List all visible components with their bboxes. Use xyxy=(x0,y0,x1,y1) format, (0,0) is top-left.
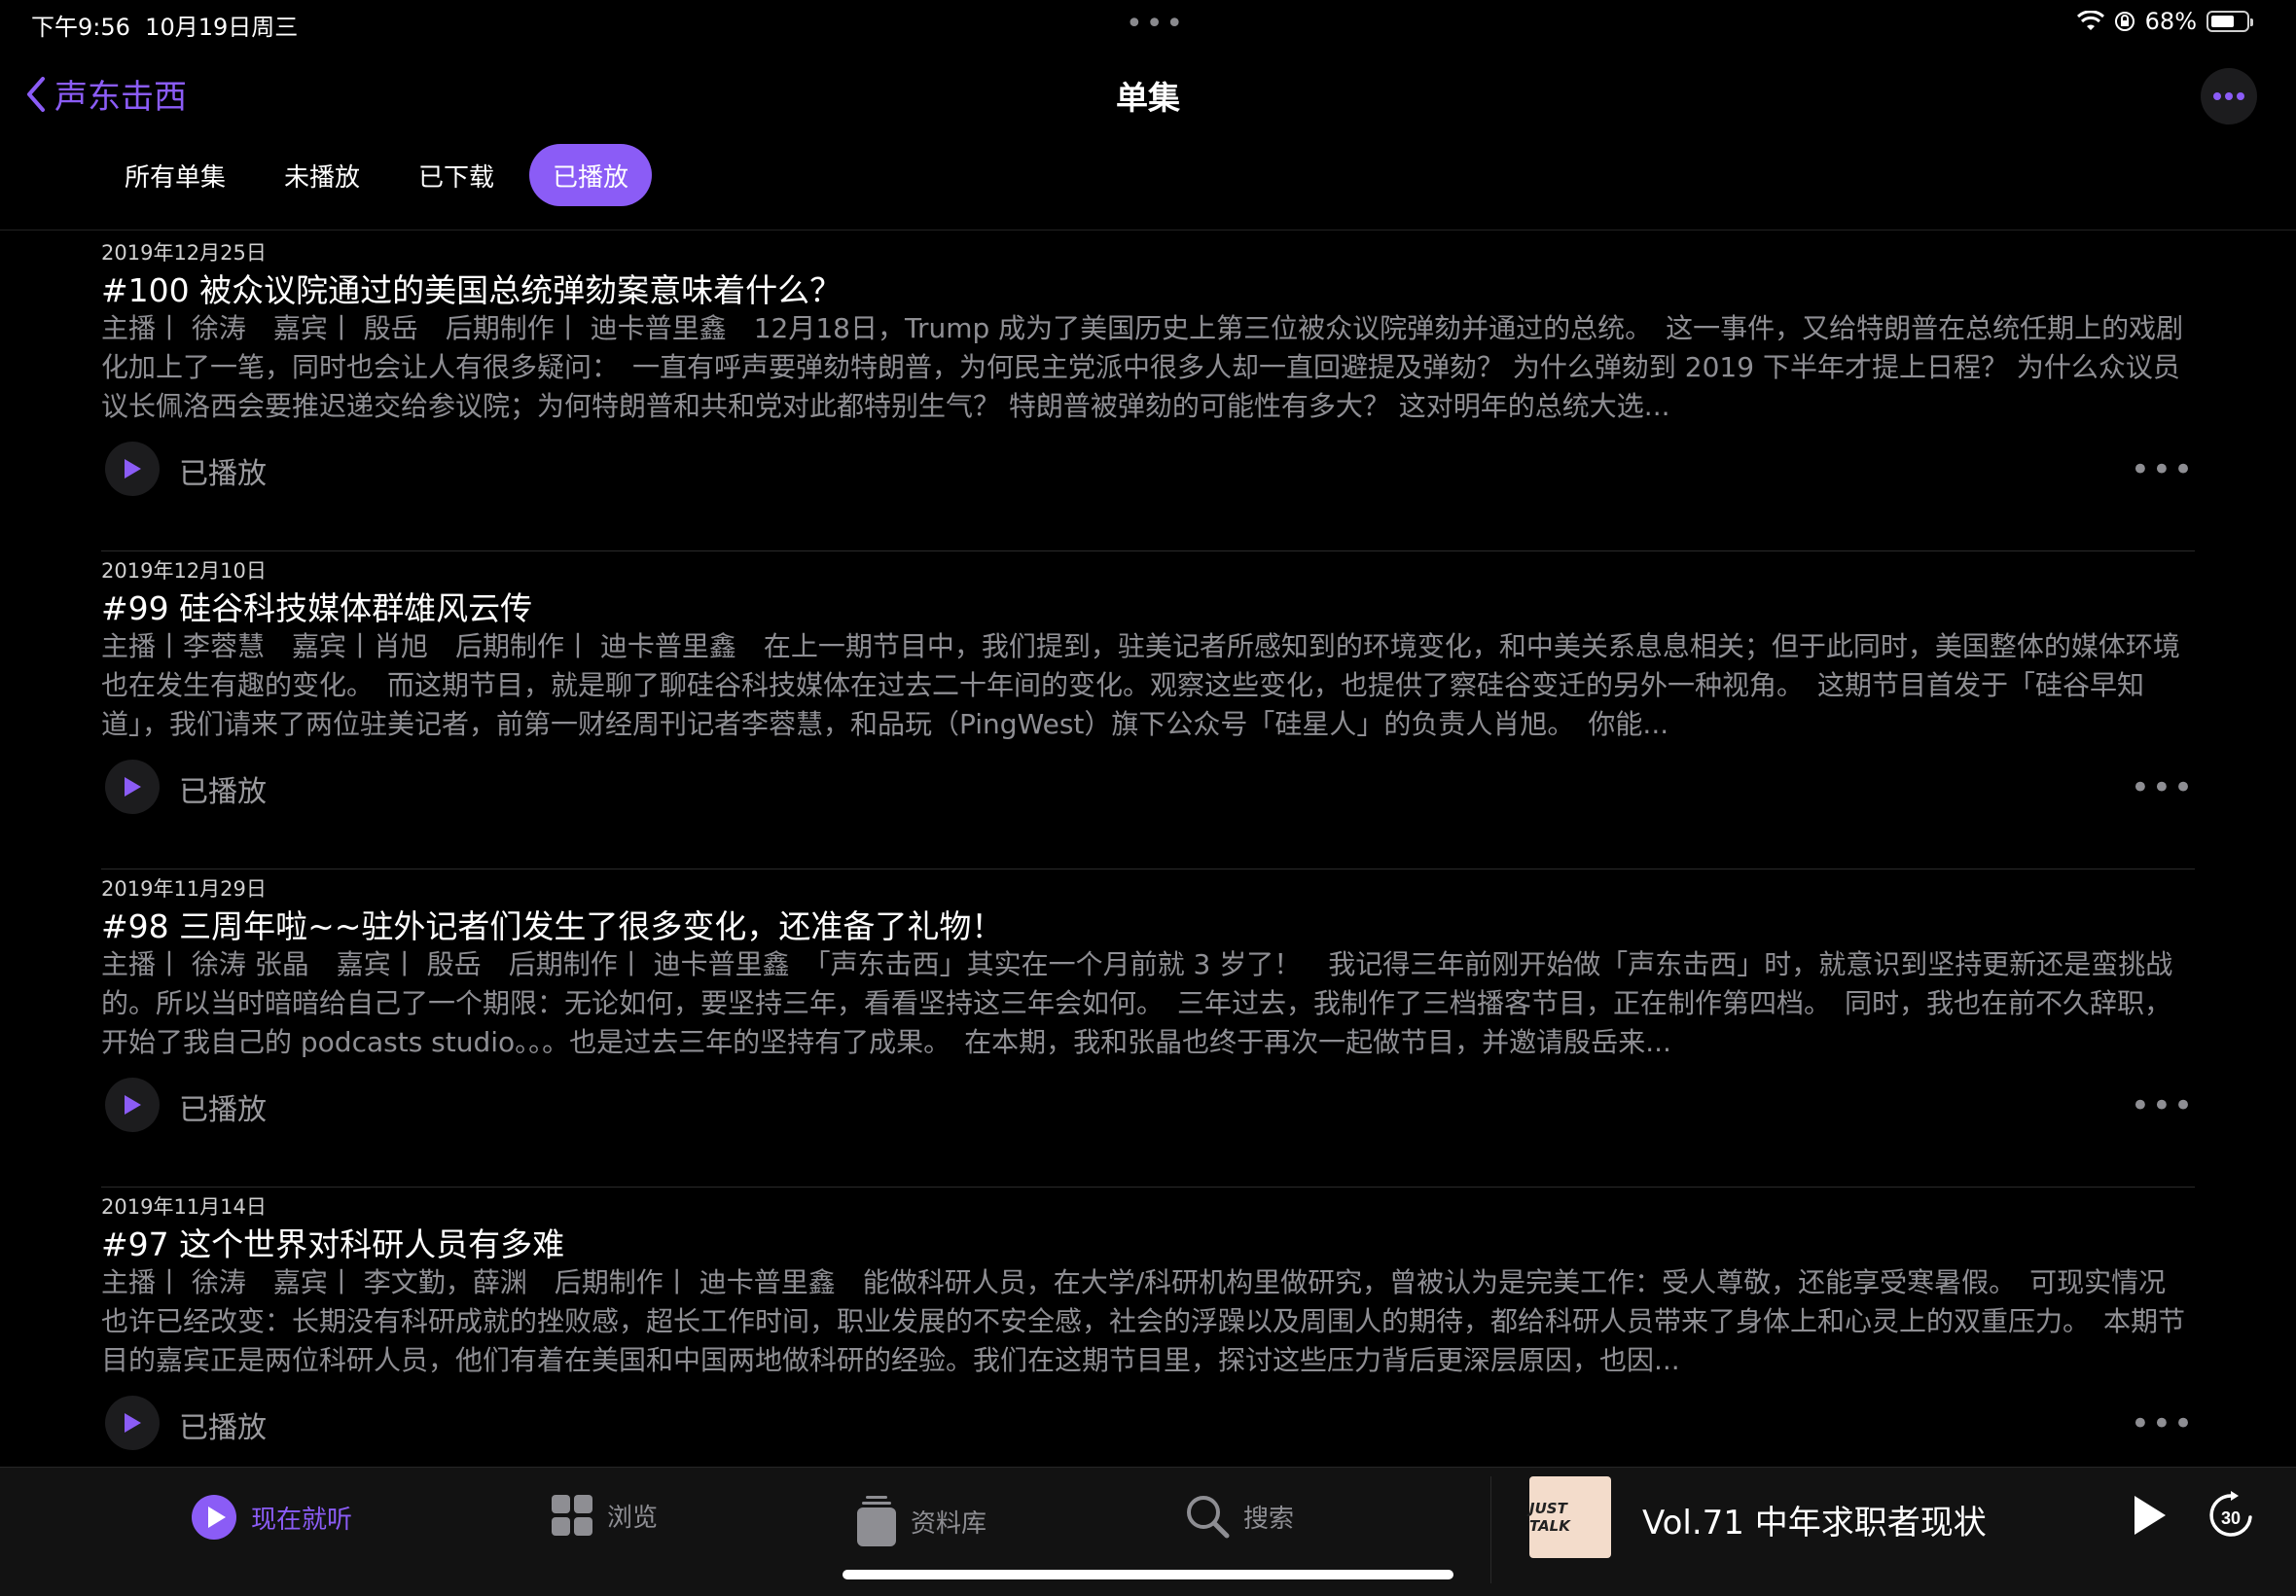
tab-library[interactable]: 资料库 xyxy=(856,1494,987,1548)
episode-date: 2019年11月14日 xyxy=(101,1195,267,1219)
now-playing-artwork[interactable]: JUST TALK xyxy=(1529,1476,1611,1558)
back-button[interactable]: 声东击西 xyxy=(23,70,187,118)
episode-row[interactable]: 2019年11月29日 #98 三周年啦~~驻外记者们发生了很多变化，还准备了礼… xyxy=(101,869,2195,1188)
status-right: 68% xyxy=(2076,8,2253,35)
episode-row[interactable]: 2019年12月25日 #100 被众议院通过的美国总统弹劾案意味着什么？ 主播… xyxy=(101,233,2195,551)
episode-description: 主播丨 徐涛 张晶 嘉宾丨 殷岳 后期制作丨 迪卡普里鑫 「声东击西」其实在一个… xyxy=(101,948,2173,1058)
play-icon xyxy=(125,1413,141,1433)
divider xyxy=(1490,1476,1491,1583)
play-icon xyxy=(2135,1496,2166,1535)
play-button[interactable] xyxy=(105,1396,160,1450)
status-date: 10月19日周三 xyxy=(145,14,299,41)
search-icon xyxy=(1187,1496,1230,1539)
ellipsis-icon xyxy=(2213,92,2244,100)
episode-description: 主播丨 徐涛 嘉宾丨 李文勤，薛渊 后期制作丨 迪卡普里鑫 能做科研人员，在大学… xyxy=(101,1266,2186,1376)
play-icon xyxy=(125,777,141,797)
episode-more-icon[interactable]: ••• xyxy=(2131,771,2195,804)
episode-status: 已播放 xyxy=(179,1093,267,1127)
wifi-icon xyxy=(2076,11,2104,30)
play-icon xyxy=(125,1095,141,1115)
play-icon xyxy=(125,459,141,479)
episode-title[interactable]: #100 被众议院通过的美国总统弹劾案意味着什么？ xyxy=(101,265,842,311)
episode-status: 已播放 xyxy=(179,457,267,491)
episode-row[interactable]: 2019年11月14日 #97 这个世界对科研人员有多难 主播丨 徐涛 嘉宾丨 … xyxy=(101,1188,2195,1506)
tab-downloaded[interactable]: 已下载 xyxy=(395,144,518,206)
more-options-button[interactable] xyxy=(2201,68,2257,124)
episode-title[interactable]: #98 三周年啦~~驻外记者们发生了很多变化，还准备了礼物！ xyxy=(101,901,1003,947)
play-button[interactable] xyxy=(105,442,160,496)
tab-browse[interactable]: 浏览 xyxy=(551,1494,658,1537)
episode-filter-tabs: 所有单集 未播放 已下载 已播放 xyxy=(101,144,664,206)
status-bar: 下午9:56 10月19日周三 ••• 68% xyxy=(0,0,2296,47)
tab-all-episodes[interactable]: 所有单集 xyxy=(101,144,249,206)
now-playing-title[interactable]: Vol.71 中年求职者现状 xyxy=(1642,1496,1987,1543)
episode-date: 2019年12月10日 xyxy=(101,559,267,583)
episode-more-icon[interactable]: ••• xyxy=(2131,453,2195,486)
episode-title[interactable]: #97 这个世界对科研人员有多难 xyxy=(101,1219,564,1265)
tab-played[interactable]: 已播放 xyxy=(529,144,653,206)
episode-date: 2019年11月29日 xyxy=(101,877,267,901)
episode-list: 2019年12月25日 #100 被众议院通过的美国总统弹劾案意味着什么？ 主播… xyxy=(101,233,2195,1506)
episode-description: 主播丨 徐涛 嘉宾丨 殷岳 后期制作丨 迪卡普里鑫 12月18日，Trump 成… xyxy=(101,312,2184,422)
multitasking-dots-icon[interactable]: ••• xyxy=(1126,10,1186,39)
now-playing-play-button[interactable] xyxy=(2131,1494,2170,1541)
tab-listen-now[interactable]: 现在就听 xyxy=(191,1494,352,1541)
library-stack-icon xyxy=(857,1496,896,1546)
page-title: 单集 xyxy=(1116,79,1180,117)
play-button[interactable] xyxy=(105,1078,160,1132)
skip-seconds-label: 30 xyxy=(2221,1508,2241,1528)
skip-forward-button[interactable]: 30 xyxy=(2206,1490,2255,1544)
episode-description: 主播丨李蓉慧 嘉宾丨肖旭 后期制作丨 迪卡普里鑫 在上一期节目中，我们提到，驻美… xyxy=(101,630,2180,740)
episode-more-icon[interactable]: ••• xyxy=(2131,1089,2195,1122)
back-label: 声东击西 xyxy=(54,78,187,117)
home-indicator[interactable] xyxy=(843,1570,1453,1579)
chevron-left-icon xyxy=(27,76,45,112)
episode-status: 已播放 xyxy=(179,775,267,809)
tab-unplayed[interactable]: 未播放 xyxy=(261,144,383,206)
status-time: 下午9:56 10月19日周三 xyxy=(31,14,299,41)
orientation-lock-icon xyxy=(2114,12,2135,31)
divider xyxy=(0,230,2296,231)
play-button[interactable] xyxy=(105,760,160,814)
episode-date: 2019年12月25日 xyxy=(101,241,267,265)
battery-percent: 68% xyxy=(2144,8,2197,35)
skip-forward-30-icon: 30 xyxy=(2209,1491,2252,1537)
episode-more-icon[interactable]: ••• xyxy=(2131,1407,2195,1440)
battery-icon xyxy=(2206,11,2253,32)
play-circle-icon xyxy=(192,1495,236,1540)
episode-title[interactable]: #99 硅谷科技媒体群雄风云传 xyxy=(101,583,532,629)
grid-icon xyxy=(552,1495,592,1536)
episode-status: 已播放 xyxy=(179,1411,267,1445)
episode-row[interactable]: 2019年12月10日 #99 硅谷科技媒体群雄风云传 主播丨李蓉慧 嘉宾丨肖旭… xyxy=(101,551,2195,869)
tab-search[interactable]: 搜索 xyxy=(1185,1494,1294,1539)
